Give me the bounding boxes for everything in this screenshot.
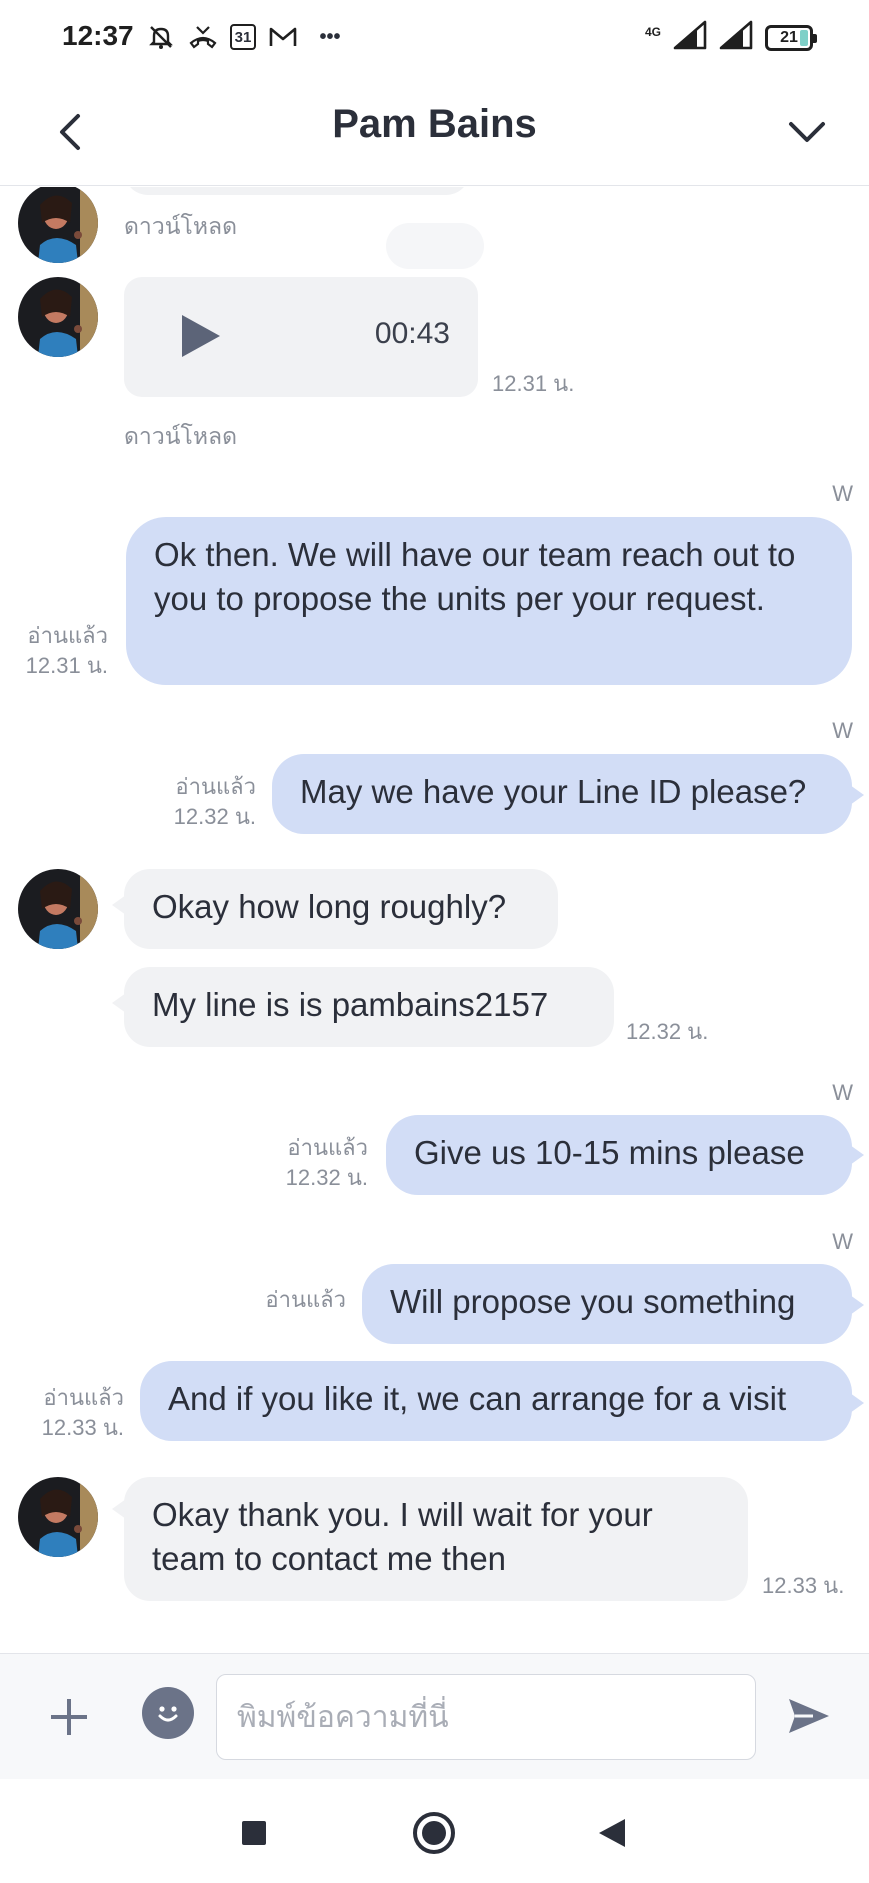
outgoing-message[interactable]: And if you like it, we can arrange for a… [140, 1361, 852, 1441]
emoji-button[interactable] [142, 1687, 194, 1739]
previous-message-bubble[interactable] [124, 187, 470, 195]
outgoing-message[interactable]: Ok then. We will have our team reach out… [126, 517, 852, 685]
download-link[interactable]: ดาวน์โหลด [124, 209, 237, 245]
add-attachment-button[interactable] [38, 1686, 100, 1748]
system-back-button[interactable] [584, 1805, 640, 1861]
plus-icon [51, 1699, 87, 1735]
battery-icon: 21 [765, 24, 817, 51]
send-button[interactable] [777, 1684, 841, 1748]
sender-mark: W [832, 1229, 853, 1254]
chat-title: Pam Bains [332, 102, 537, 146]
message-input[interactable] [216, 1674, 756, 1760]
menu-toggle-button[interactable] [775, 100, 839, 164]
contact-avatar[interactable] [18, 869, 98, 949]
incoming-message[interactable]: Okay thank you. I will wait for your tea… [124, 1477, 748, 1601]
read-receipt: อ่านแล้ว 12.32 น. [285, 1135, 368, 1190]
incoming-message[interactable]: Okay how long roughly? [124, 869, 558, 949]
sender-mark: W [832, 718, 853, 743]
battery-level: 21 [780, 28, 798, 46]
gmail-icon [268, 22, 298, 52]
chat-header: Pam Bains [0, 78, 869, 186]
back-triangle-icon [599, 1819, 625, 1847]
home-circle-icon [413, 1812, 455, 1854]
contact-avatar[interactable] [18, 277, 98, 357]
emoji-icon [158, 1706, 178, 1722]
read-receipt: อ่านแล้ว [265, 1287, 346, 1312]
message-time: 12.32 น. [626, 1019, 709, 1044]
missed-call-icon [188, 22, 218, 52]
outgoing-message[interactable]: Will propose you something [362, 1264, 852, 1344]
status-time: 12:37 [62, 20, 134, 51]
voice-message[interactable]: 00:43 [124, 277, 478, 397]
sender-mark: W [832, 1080, 853, 1105]
sender-mark: W [832, 481, 853, 506]
outgoing-message[interactable]: Give us 10-15 mins please [386, 1115, 852, 1195]
contact-avatar[interactable] [18, 1477, 98, 1557]
signal-icon-2 [719, 20, 753, 55]
contact-avatar[interactable] [18, 187, 98, 263]
network-type-label: 4G [644, 24, 661, 39]
message-composer [0, 1653, 869, 1779]
status-bar: 12:37 31 ••• 4G 21 [0, 0, 869, 78]
read-receipt: อ่านแล้ว 12.31 น. [25, 623, 108, 678]
read-receipt: อ่านแล้ว 12.33 น. [41, 1385, 124, 1440]
system-nav-bar [0, 1779, 869, 1883]
calendar-icon: 31 [230, 24, 256, 50]
signal-icon [673, 20, 707, 55]
mute-icon [146, 22, 176, 52]
recents-button[interactable] [226, 1805, 282, 1861]
outgoing-message[interactable]: May we have your Line ID please? [272, 754, 852, 834]
chat-messages[interactable]: ดาวน์โหลด 00:43 12.31 น. ดาวน์โหลด W อ่า… [0, 187, 869, 1653]
download-link[interactable]: ดาวน์โหลด [124, 419, 237, 455]
chevron-down-icon [789, 122, 825, 142]
square-icon [242, 1821, 266, 1845]
read-receipt: อ่านแล้ว 12.32 น. [173, 774, 256, 829]
send-icon [789, 1699, 829, 1733]
message-time: 12.31 น. [492, 371, 575, 396]
home-button[interactable] [406, 1805, 462, 1861]
incoming-message[interactable]: My line is is pambains2157 [124, 967, 614, 1047]
voice-duration: 00:43 [374, 317, 450, 350]
more-notifications-icon: ••• [319, 25, 341, 48]
date-pill [386, 223, 484, 269]
message-time: 12.33 น. [762, 1573, 845, 1598]
play-icon[interactable] [182, 315, 220, 357]
